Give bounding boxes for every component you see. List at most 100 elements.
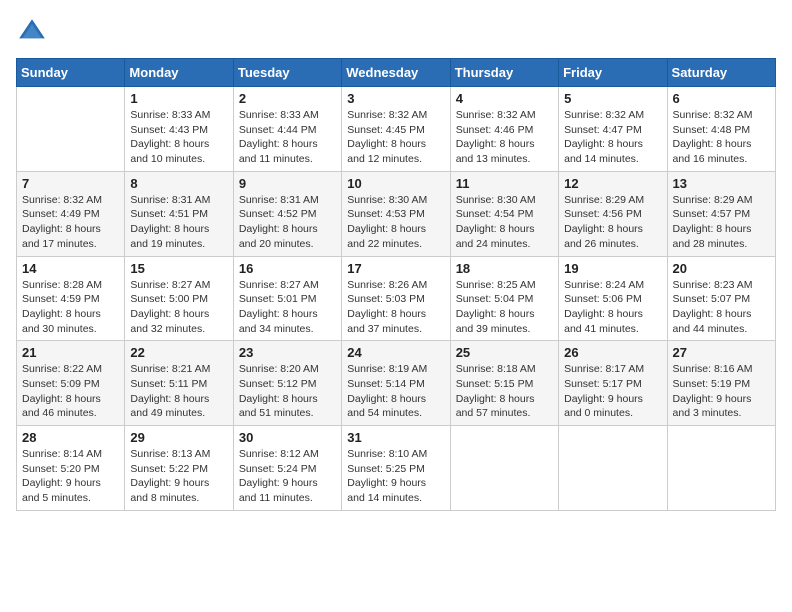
weekday-header-monday: Monday — [125, 59, 233, 87]
calendar-cell: 19 Sunrise: 8:24 AMSunset: 5:06 PMDayligh… — [559, 256, 667, 341]
day-info: Sunrise: 8:32 AMSunset: 4:49 PMDaylight:… — [22, 193, 119, 252]
weekday-header-row: SundayMondayTuesdayWednesdayThursdayFrid… — [17, 59, 776, 87]
day-number: 11 — [456, 176, 553, 191]
day-number: 23 — [239, 345, 336, 360]
day-info: Sunrise: 8:18 AMSunset: 5:15 PMDaylight:… — [456, 362, 553, 421]
logo — [16, 16, 52, 48]
day-info: Sunrise: 8:32 AMSunset: 4:47 PMDaylight:… — [564, 108, 661, 167]
day-info: Sunrise: 8:23 AMSunset: 5:07 PMDaylight:… — [673, 278, 770, 337]
day-number: 4 — [456, 91, 553, 106]
day-number: 2 — [239, 91, 336, 106]
page-header — [16, 16, 776, 48]
day-number: 8 — [130, 176, 227, 191]
day-info: Sunrise: 8:25 AMSunset: 5:04 PMDaylight:… — [456, 278, 553, 337]
calendar-week-row: 1 Sunrise: 8:33 AMSunset: 4:43 PMDaylight… — [17, 87, 776, 172]
day-number: 13 — [673, 176, 770, 191]
calendar-cell: 9Sunrise: 8:31 AMSunset: 4:52 PMDaylight… — [233, 171, 341, 256]
calendar-week-row: 21 Sunrise: 8:22 AMSunset: 5:09 PMDayligh… — [17, 341, 776, 426]
day-info: Sunrise: 8:20 AMSunset: 5:12 PMDaylight:… — [239, 362, 336, 421]
day-number: 31 — [347, 430, 444, 445]
day-number: 6 — [673, 91, 770, 106]
day-info: Sunrise: 8:17 AMSunset: 5:17 PMDaylight:… — [564, 362, 661, 421]
calendar-cell: 27Sunrise: 8:16 AMSunset: 5:19 PMDayligh… — [667, 341, 775, 426]
weekday-header-sunday: Sunday — [17, 59, 125, 87]
logo-icon — [16, 16, 48, 48]
weekday-header-friday: Friday — [559, 59, 667, 87]
day-info: Sunrise: 8:27 AMSunset: 5:00 PMDaylight:… — [130, 278, 227, 337]
calendar-cell — [667, 426, 775, 511]
day-number: 16 — [239, 261, 336, 276]
day-number: 14 — [22, 261, 119, 276]
calendar-week-row: 7 Sunrise: 8:32 AMSunset: 4:49 PMDaylight… — [17, 171, 776, 256]
day-info: Sunrise: 8:29 AMSunset: 4:56 PMDaylight:… — [564, 193, 661, 252]
day-info: Sunrise: 8:10 AMSunset: 5:25 PMDaylight:… — [347, 447, 444, 506]
calendar-cell: 10 Sunrise: 8:30 AMSunset: 4:53 PMDayligh… — [342, 171, 450, 256]
day-info: Sunrise: 8:14 AMSunset: 5:20 PMDaylight:… — [22, 447, 119, 506]
day-info: Sunrise: 8:28 AMSunset: 4:59 PMDaylight:… — [22, 278, 119, 337]
day-info: Sunrise: 8:30 AMSunset: 4:54 PMDaylight:… — [456, 193, 553, 252]
calendar-cell: 13 Sunrise: 8:29 AMSunset: 4:57 PMDayligh… — [667, 171, 775, 256]
calendar-cell: 24 Sunrise: 8:19 AMSunset: 5:14 PMDayligh… — [342, 341, 450, 426]
day-number: 24 — [347, 345, 444, 360]
day-number: 12 — [564, 176, 661, 191]
calendar-cell: 18 Sunrise: 8:25 AMSunset: 5:04 PMDayligh… — [450, 256, 558, 341]
calendar-cell: 15Sunrise: 8:27 AMSunset: 5:00 PMDayligh… — [125, 256, 233, 341]
weekday-header-tuesday: Tuesday — [233, 59, 341, 87]
day-info: Sunrise: 8:16 AMSunset: 5:19 PMDaylight:… — [673, 362, 770, 421]
day-info: Sunrise: 8:19 AMSunset: 5:14 PMDaylight:… — [347, 362, 444, 421]
calendar-cell: 21 Sunrise: 8:22 AMSunset: 5:09 PMDayligh… — [17, 341, 125, 426]
calendar-cell — [450, 426, 558, 511]
calendar-cell: 25 Sunrise: 8:18 AMSunset: 5:15 PMDayligh… — [450, 341, 558, 426]
calendar-cell: 3Sunrise: 8:32 AMSunset: 4:45 PMDaylight… — [342, 87, 450, 172]
day-number: 19 — [564, 261, 661, 276]
calendar-cell: 8 Sunrise: 8:31 AMSunset: 4:51 PMDaylight… — [125, 171, 233, 256]
day-number: 21 — [22, 345, 119, 360]
calendar-cell: 30Sunrise: 8:12 AMSunset: 5:24 PMDayligh… — [233, 426, 341, 511]
day-info: Sunrise: 8:22 AMSunset: 5:09 PMDaylight:… — [22, 362, 119, 421]
calendar-cell: 28 Sunrise: 8:14 AMSunset: 5:20 PMDayligh… — [17, 426, 125, 511]
day-number: 1 — [130, 91, 227, 106]
day-number: 22 — [130, 345, 227, 360]
day-info: Sunrise: 8:29 AMSunset: 4:57 PMDaylight:… — [673, 193, 770, 252]
calendar-cell: 5Sunrise: 8:32 AMSunset: 4:47 PMDaylight… — [559, 87, 667, 172]
calendar-week-row: 14 Sunrise: 8:28 AMSunset: 4:59 PMDayligh… — [17, 256, 776, 341]
day-info: Sunrise: 8:31 AMSunset: 4:51 PMDaylight:… — [130, 193, 227, 252]
calendar-cell: 4 Sunrise: 8:32 AMSunset: 4:46 PMDaylight… — [450, 87, 558, 172]
calendar-cell: 1 Sunrise: 8:33 AMSunset: 4:43 PMDaylight… — [125, 87, 233, 172]
day-info: Sunrise: 8:24 AMSunset: 5:06 PMDaylight:… — [564, 278, 661, 337]
day-number: 25 — [456, 345, 553, 360]
day-info: Sunrise: 8:32 AMSunset: 4:48 PMDaylight:… — [673, 108, 770, 167]
calendar-cell: 16 Sunrise: 8:27 AMSunset: 5:01 PMDayligh… — [233, 256, 341, 341]
calendar-cell: 20Sunrise: 8:23 AMSunset: 5:07 PMDayligh… — [667, 256, 775, 341]
calendar-cell: 17Sunrise: 8:26 AMSunset: 5:03 PMDayligh… — [342, 256, 450, 341]
calendar-cell: 26Sunrise: 8:17 AMSunset: 5:17 PMDayligh… — [559, 341, 667, 426]
day-info: Sunrise: 8:30 AMSunset: 4:53 PMDaylight:… — [347, 193, 444, 252]
day-number: 7 — [22, 176, 119, 191]
calendar-cell: 11 Sunrise: 8:30 AMSunset: 4:54 PMDayligh… — [450, 171, 558, 256]
calendar-cell: 7 Sunrise: 8:32 AMSunset: 4:49 PMDaylight… — [17, 171, 125, 256]
weekday-header-saturday: Saturday — [667, 59, 775, 87]
day-info: Sunrise: 8:32 AMSunset: 4:46 PMDaylight:… — [456, 108, 553, 167]
day-info: Sunrise: 8:27 AMSunset: 5:01 PMDaylight:… — [239, 278, 336, 337]
calendar-cell: 12 Sunrise: 8:29 AMSunset: 4:56 PMDayligh… — [559, 171, 667, 256]
day-number: 28 — [22, 430, 119, 445]
day-number: 29 — [130, 430, 227, 445]
day-number: 30 — [239, 430, 336, 445]
calendar-cell: 29 Sunrise: 8:13 AMSunset: 5:22 PMDayligh… — [125, 426, 233, 511]
calendar-table: SundayMondayTuesdayWednesdayThursdayFrid… — [16, 58, 776, 511]
day-info: Sunrise: 8:33 AMSunset: 4:44 PMDaylight:… — [239, 108, 336, 167]
calendar-cell: 31 Sunrise: 8:10 AMSunset: 5:25 PMDayligh… — [342, 426, 450, 511]
day-info: Sunrise: 8:26 AMSunset: 5:03 PMDaylight:… — [347, 278, 444, 337]
calendar-cell: 6 Sunrise: 8:32 AMSunset: 4:48 PMDaylight… — [667, 87, 775, 172]
calendar-cell — [17, 87, 125, 172]
day-number: 10 — [347, 176, 444, 191]
calendar-week-row: 28 Sunrise: 8:14 AMSunset: 5:20 PMDayligh… — [17, 426, 776, 511]
weekday-header-thursday: Thursday — [450, 59, 558, 87]
day-info: Sunrise: 8:33 AMSunset: 4:43 PMDaylight:… — [130, 108, 227, 167]
day-info: Sunrise: 8:13 AMSunset: 5:22 PMDaylight:… — [130, 447, 227, 506]
day-info: Sunrise: 8:31 AMSunset: 4:52 PMDaylight:… — [239, 193, 336, 252]
weekday-header-wednesday: Wednesday — [342, 59, 450, 87]
calendar-cell — [559, 426, 667, 511]
calendar-cell: 2 Sunrise: 8:33 AMSunset: 4:44 PMDaylight… — [233, 87, 341, 172]
day-number: 18 — [456, 261, 553, 276]
